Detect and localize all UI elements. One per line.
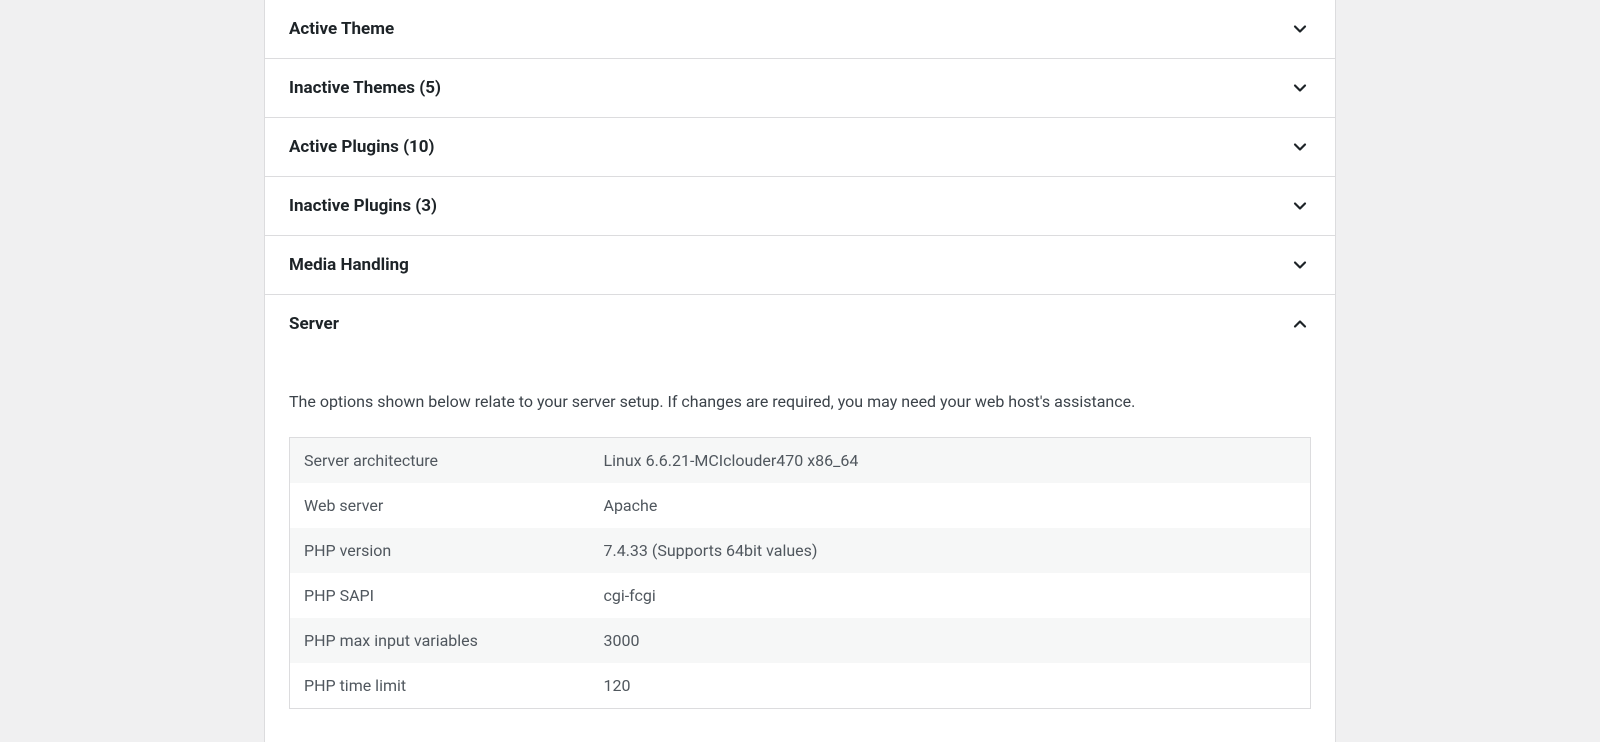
table-row: Server architecture Linux 6.6.21-MCIclou… bbox=[290, 438, 1311, 484]
section-media-handling-title: Media Handling bbox=[289, 255, 409, 275]
section-active-theme: Active Theme bbox=[265, 0, 1335, 59]
row-value: cgi-fcgi bbox=[590, 573, 1311, 618]
section-active-plugins: Active Plugins (10) bbox=[265, 118, 1335, 177]
table-row: PHP SAPI cgi-fcgi bbox=[290, 573, 1311, 618]
section-server-header[interactable]: Server bbox=[265, 295, 1335, 353]
section-server-body: The options shown below relate to your s… bbox=[265, 353, 1335, 737]
row-value: 3000 bbox=[590, 618, 1311, 663]
row-value: Apache bbox=[590, 483, 1311, 528]
section-server: Server The options shown below relate to… bbox=[265, 295, 1335, 737]
chevron-down-icon bbox=[1289, 77, 1311, 99]
section-active-theme-header[interactable]: Active Theme bbox=[265, 0, 1335, 58]
chevron-down-icon bbox=[1289, 18, 1311, 40]
table-row: PHP time limit 120 bbox=[290, 663, 1311, 709]
row-label: Server architecture bbox=[290, 438, 590, 484]
section-inactive-plugins-title: Inactive Plugins (3) bbox=[289, 196, 437, 216]
table-row: PHP max input variables 3000 bbox=[290, 618, 1311, 663]
section-inactive-themes-title: Inactive Themes (5) bbox=[289, 78, 441, 98]
table-row: Web server Apache bbox=[290, 483, 1311, 528]
table-row: PHP version 7.4.33 (Supports 64bit value… bbox=[290, 528, 1311, 573]
site-health-panel: Active Theme Inactive Themes (5) Active … bbox=[264, 0, 1336, 742]
row-label: PHP max input variables bbox=[290, 618, 590, 663]
row-label: PHP time limit bbox=[290, 663, 590, 709]
section-server-title: Server bbox=[289, 314, 339, 334]
chevron-down-icon bbox=[1289, 136, 1311, 158]
section-active-plugins-header[interactable]: Active Plugins (10) bbox=[265, 118, 1335, 176]
section-inactive-themes-header[interactable]: Inactive Themes (5) bbox=[265, 59, 1335, 117]
server-info-table: Server architecture Linux 6.6.21-MCIclou… bbox=[289, 437, 1311, 709]
row-value: 7.4.33 (Supports 64bit values) bbox=[590, 528, 1311, 573]
section-media-handling: Media Handling bbox=[265, 236, 1335, 295]
chevron-up-icon bbox=[1289, 313, 1311, 335]
section-media-handling-header[interactable]: Media Handling bbox=[265, 236, 1335, 294]
chevron-down-icon bbox=[1289, 195, 1311, 217]
row-value: 120 bbox=[590, 663, 1311, 709]
row-value: Linux 6.6.21-MCIclouder470 x86_64 bbox=[590, 438, 1311, 484]
row-label: PHP version bbox=[290, 528, 590, 573]
chevron-down-icon bbox=[1289, 254, 1311, 276]
section-inactive-plugins: Inactive Plugins (3) bbox=[265, 177, 1335, 236]
row-label: Web server bbox=[290, 483, 590, 528]
section-active-plugins-title: Active Plugins (10) bbox=[289, 137, 435, 157]
page-background: Active Theme Inactive Themes (5) Active … bbox=[0, 0, 1600, 742]
server-description: The options shown below relate to your s… bbox=[289, 391, 1311, 413]
section-inactive-themes: Inactive Themes (5) bbox=[265, 59, 1335, 118]
section-inactive-plugins-header[interactable]: Inactive Plugins (3) bbox=[265, 177, 1335, 235]
section-active-theme-title: Active Theme bbox=[289, 19, 394, 39]
row-label: PHP SAPI bbox=[290, 573, 590, 618]
